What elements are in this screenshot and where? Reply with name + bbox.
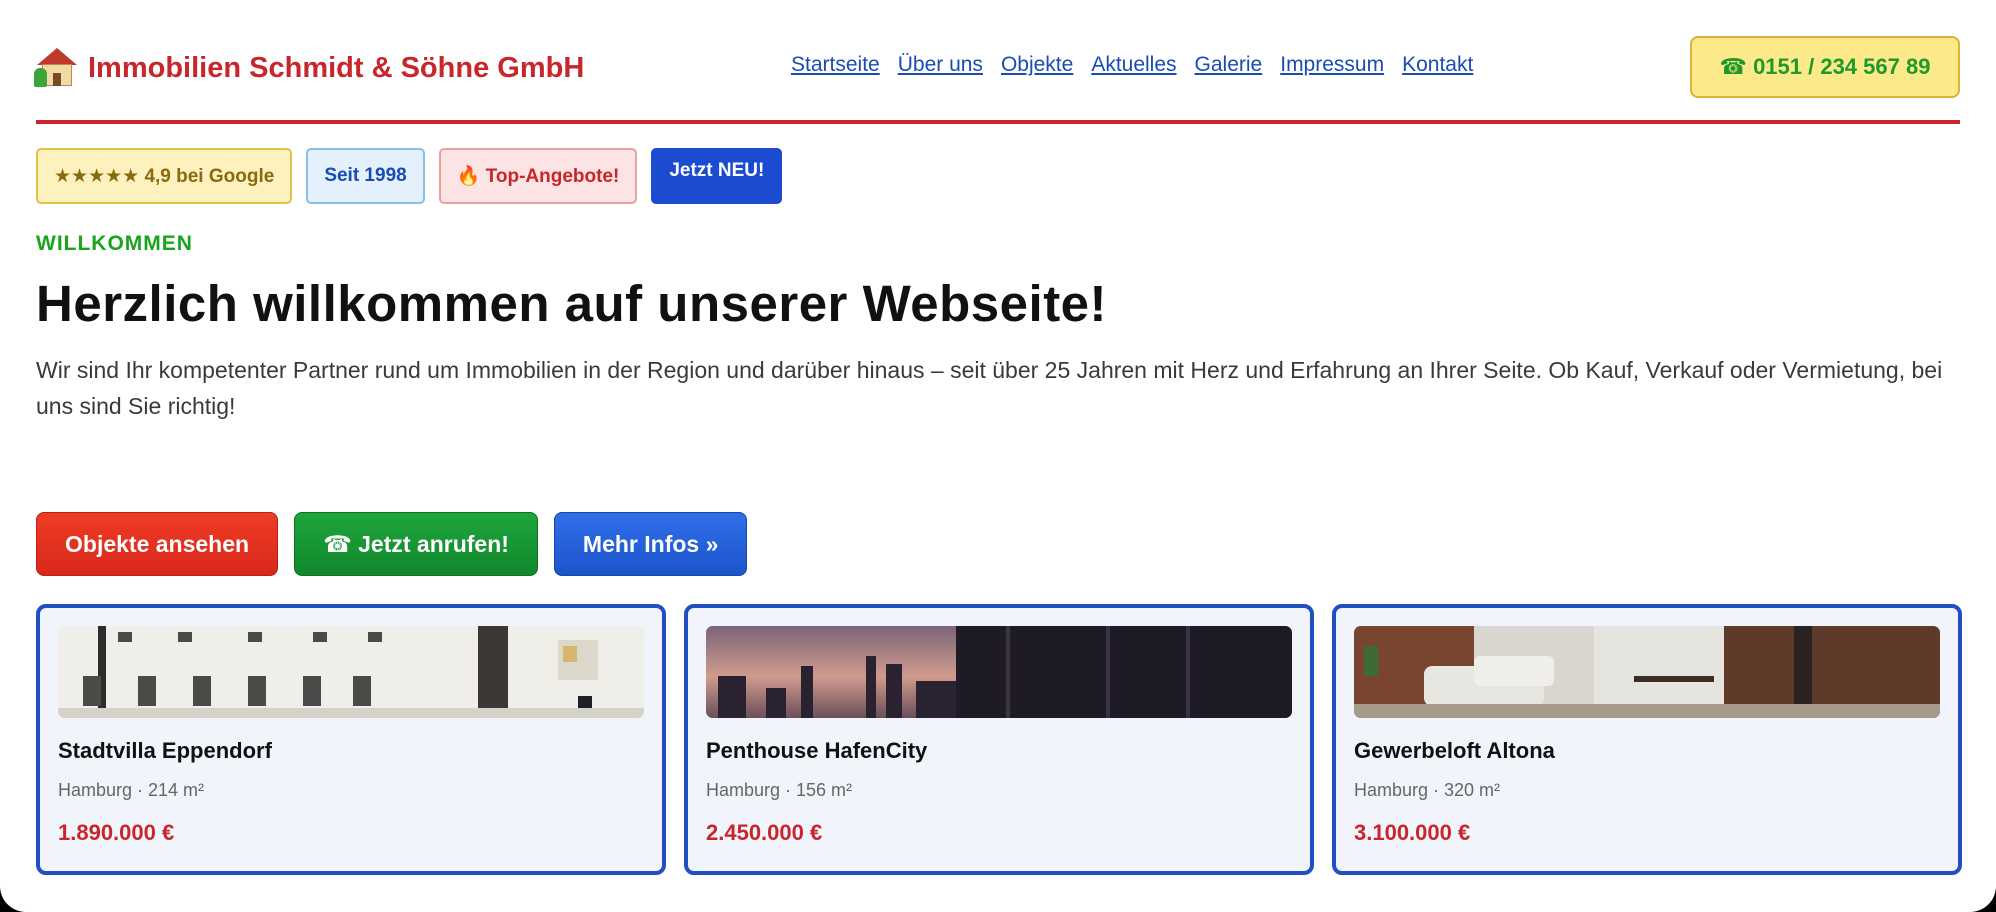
nav-aktuelles[interactable]: Aktuelles <box>1091 53 1176 77</box>
rating-badge: ★★★★★ 4,9 bei Google <box>36 148 293 204</box>
listing-photo <box>1354 626 1940 718</box>
listing-cards: Stadtvilla Eppendorf Hamburg · 214 m² 1.… <box>36 604 1962 875</box>
house-icon <box>34 48 78 88</box>
nav-ueber-uns[interactable]: Über uns <box>898 53 983 77</box>
listing-card[interactable]: Gewerbeloft Altona Hamburg · 320 m² 3.10… <box>1332 604 1962 875</box>
badge-row: ★★★★★ 4,9 bei Google Seit 1998 🔥 Top-Ang… <box>36 148 783 204</box>
nav-galerie[interactable]: Galerie <box>1195 53 1263 77</box>
intro-text: Wir sind Ihr kompetenter Partner rund um… <box>36 357 1943 419</box>
main-nav: Startseite Über uns Objekte Aktuelles Ga… <box>791 53 1473 77</box>
nav-startseite[interactable]: Startseite <box>791 53 880 77</box>
more-info-button[interactable]: Mehr Infos » <box>553 512 748 576</box>
listing-meta: Hamburg · 156 m² <box>706 780 853 800</box>
logo[interactable]: Immobilien Schmidt & Söhne GmbH <box>34 48 585 88</box>
nav-kontakt[interactable]: Kontakt <box>1402 53 1473 77</box>
view-objects-button[interactable]: Objekte ansehen <box>36 512 279 576</box>
top-offers-badge: 🔥 Top-Angebote! <box>438 148 638 204</box>
new-badge: Jetzt NEU! <box>651 148 783 204</box>
page: Immobilien Schmidt & Söhne GmbH Startsei… <box>0 0 1996 912</box>
page-title: Herzlich willkommen auf unserer Webseite… <box>36 275 1108 332</box>
listing-meta: Hamburg · 214 m² <box>58 780 205 800</box>
listing-title: Gewerbeloft Altona <box>1354 738 1555 763</box>
listing-title: Stadtvilla Eppendorf <box>58 738 272 763</box>
company-name: Immobilien Schmidt & Söhne GmbH <box>88 51 585 84</box>
listing-price: 1.890.000 € <box>58 820 175 845</box>
listing-photo <box>706 626 1292 718</box>
listing-photo <box>58 626 644 718</box>
listing-card[interactable]: Penthouse HafenCity Hamburg · 156 m² 2.4… <box>684 604 1314 875</box>
cta-row: Objekte ansehen ☎ Jetzt anrufen! Mehr In… <box>36 512 748 576</box>
since-badge: Seit 1998 <box>306 148 425 204</box>
listing-title: Penthouse HafenCity <box>706 738 928 763</box>
section-eyebrow: WILLKOMMEN <box>36 232 193 255</box>
listing-meta: Hamburg · 320 m² <box>1354 780 1501 800</box>
nav-objekte[interactable]: Objekte <box>1001 53 1073 77</box>
listing-card[interactable]: Stadtvilla Eppendorf Hamburg · 214 m² 1.… <box>36 604 666 875</box>
listing-price: 3.100.000 € <box>1354 820 1471 845</box>
nav-impressum[interactable]: Impressum <box>1280 53 1384 77</box>
phone-button[interactable]: ☎ 0151 / 234 567 89 <box>1690 36 1960 98</box>
call-now-button[interactable]: ☎ Jetzt anrufen! <box>294 512 538 576</box>
site-header: Immobilien Schmidt & Söhne GmbH Startsei… <box>34 30 1960 124</box>
listing-price: 2.450.000 € <box>706 820 823 845</box>
